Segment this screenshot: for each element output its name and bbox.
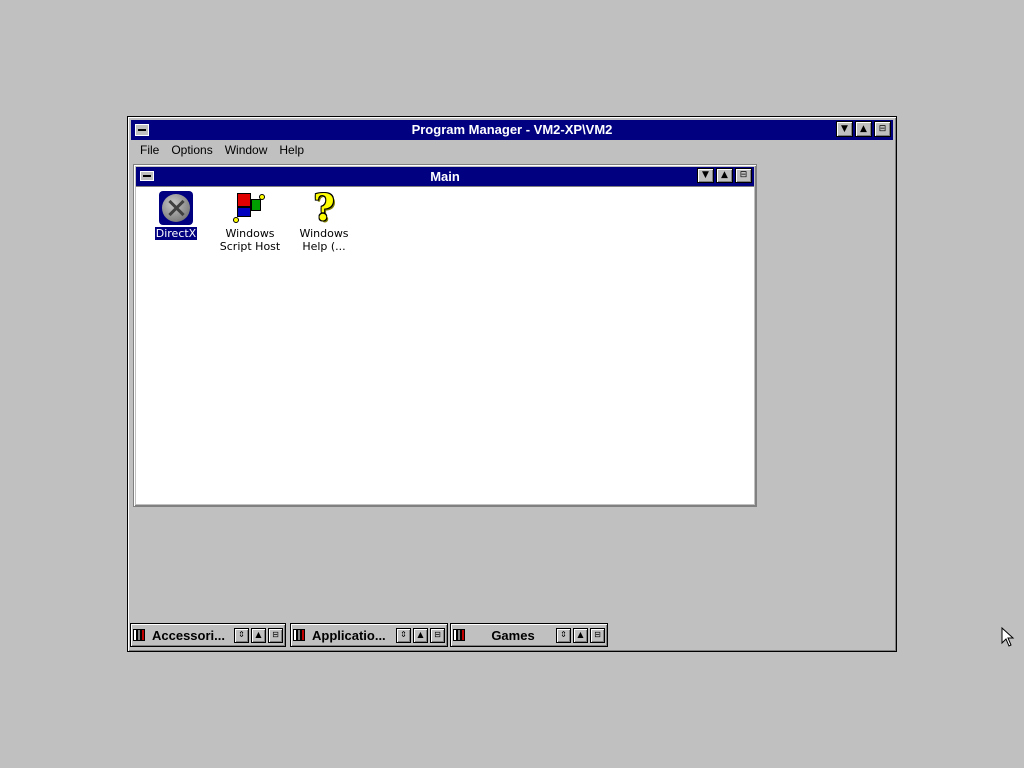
menu-help[interactable]: Help — [273, 143, 310, 157]
minimized-group-applications[interactable]: Applicatio... ⇕ ▲ ⊟ — [290, 623, 448, 647]
menu-options[interactable]: Options — [165, 143, 218, 157]
menu-window[interactable]: Window — [219, 143, 274, 157]
program-manager-window[interactable]: Program Manager - VM2-XP\VM2 ▼ ▲ ⊟ File … — [127, 116, 897, 652]
group-maximize-button[interactable]: ▲ — [251, 627, 266, 643]
maximize-button[interactable]: ▲ — [855, 121, 872, 137]
help-question-icon: ? — [313, 187, 335, 229]
program-icon-directx[interactable]: DirectX — [138, 191, 214, 241]
window-title: Program Manager - VM2-XP\VM2 — [411, 122, 613, 137]
minimized-group-games[interactable]: Games ⇕ ▲ ⊟ — [450, 623, 608, 647]
program-icon-label: Windows Help (... — [299, 227, 349, 253]
group-restore-icon-button[interactable]: ⊟ — [590, 627, 605, 643]
main-minimize-button[interactable]: ▼ — [697, 168, 714, 183]
program-icon-windows-help[interactable]: ? Windows Help (... — [286, 187, 362, 253]
system-menu-icon[interactable] — [133, 122, 151, 138]
group-restore-button[interactable]: ⇕ — [556, 627, 571, 643]
group-label: Applicatio... — [312, 627, 386, 643]
program-group-icon — [293, 628, 309, 642]
program-icon-label: DirectX — [153, 226, 199, 241]
main-restore-button[interactable]: ⊟ — [735, 168, 752, 183]
restore-button[interactable]: ⊟ — [874, 121, 891, 137]
main-group-content: DirectX Windows Script Host ? Windows He… — [136, 186, 754, 504]
main-system-menu-icon[interactable] — [138, 168, 156, 184]
program-icon-windows-script-host[interactable]: Windows Script Host — [212, 191, 288, 253]
group-restore-button[interactable]: ⇕ — [396, 627, 411, 643]
group-restore-button[interactable]: ⇕ — [234, 627, 249, 643]
main-group-title: Main — [430, 169, 460, 184]
windows-script-host-icon — [233, 191, 267, 225]
group-maximize-button[interactable]: ▲ — [573, 627, 588, 643]
minimize-button[interactable]: ▼ — [836, 121, 853, 137]
program-icon-label: Windows Script Host — [219, 227, 281, 253]
main-maximize-button[interactable]: ▲ — [716, 168, 733, 183]
mouse-cursor-icon — [1001, 627, 1015, 647]
main-group-titlebar[interactable]: Main ▼ ▲ ⊟ — [136, 167, 754, 186]
group-label: Games — [491, 627, 535, 643]
group-label: Accessori... — [152, 627, 225, 643]
program-group-icon — [133, 628, 149, 642]
program-manager-titlebar[interactable]: Program Manager - VM2-XP\VM2 ▼ ▲ ⊟ — [131, 120, 893, 140]
group-restore-icon-button[interactable]: ⊟ — [430, 627, 445, 643]
program-group-icon — [453, 628, 469, 642]
menu-file[interactable]: File — [134, 143, 165, 157]
group-maximize-button[interactable]: ▲ — [413, 627, 428, 643]
main-group-window[interactable]: Main ▼ ▲ ⊟ DirectX Windows Script Host ? — [133, 164, 757, 507]
menu-bar: File Options Window Help — [131, 140, 893, 160]
group-restore-icon-button[interactable]: ⊟ — [268, 627, 283, 643]
minimized-group-accessories[interactable]: Accessori... ⇕ ▲ ⊟ — [130, 623, 286, 647]
directx-icon — [159, 191, 193, 225]
